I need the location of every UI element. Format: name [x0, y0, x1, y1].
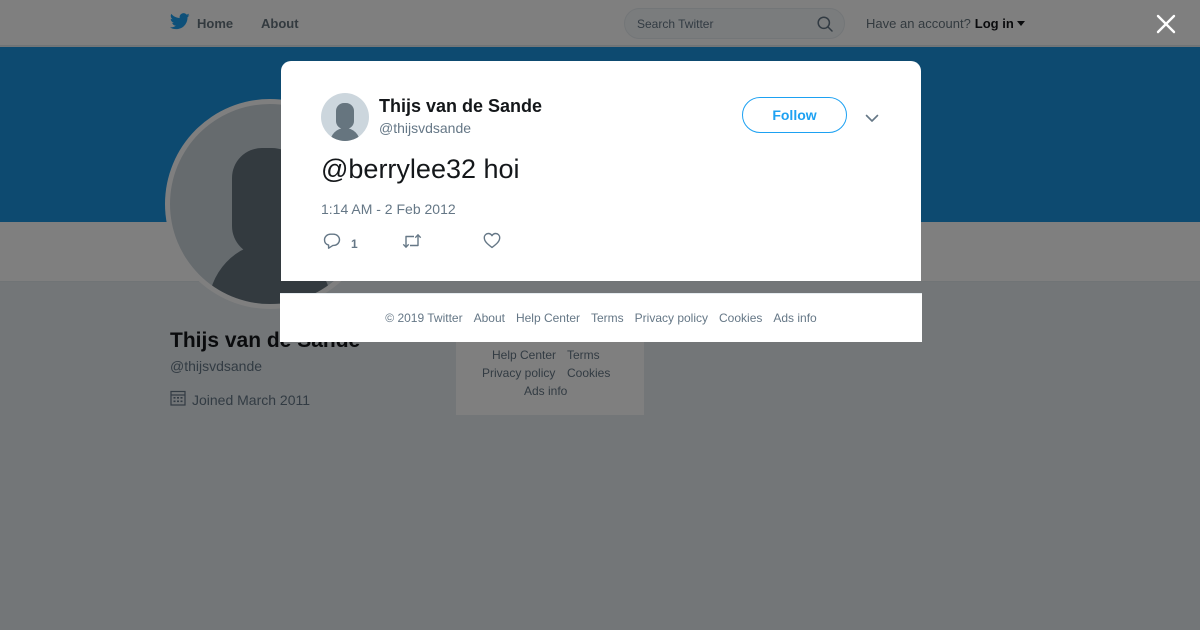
retweet-icon [402, 232, 422, 255]
footer-privacy-link[interactable]: Privacy policy [635, 311, 708, 325]
tweet-author-handle[interactable]: @thijsvdsande [379, 120, 471, 136]
default-avatar-icon [330, 103, 360, 141]
modal-footer: © 2019 Twitter About Help Center Terms P… [280, 293, 922, 342]
reply-button[interactable]: 1 [323, 232, 358, 255]
footer-copyright: © 2019 Twitter [385, 311, 463, 325]
follow-button[interactable]: Follow [742, 97, 847, 133]
chevron-down-icon[interactable] [865, 110, 879, 128]
footer-help-center-link[interactable]: Help Center [516, 311, 580, 325]
tweet-author-avatar[interactable] [321, 93, 369, 141]
retweet-button[interactable] [402, 232, 422, 255]
footer-cookies-link[interactable]: Cookies [719, 311, 762, 325]
close-icon[interactable] [1154, 12, 1178, 36]
heart-icon [483, 232, 501, 254]
tweet-text: @berrylee32 hoi [321, 154, 520, 184]
footer-about-link[interactable]: About [474, 311, 505, 325]
reply-count: 1 [351, 236, 358, 251]
footer-terms-link[interactable]: Terms [591, 311, 624, 325]
reply-icon [323, 232, 341, 255]
tweet-timestamp[interactable]: 1:14 AM - 2 Feb 2012 [321, 201, 456, 217]
tweet-modal: Thijs van de Sande @thijsvdsande Follow … [281, 61, 921, 281]
tweet-author-name[interactable]: Thijs van de Sande [379, 96, 542, 117]
like-button[interactable] [483, 232, 501, 254]
modal-footer-links: © 2019 Twitter About Help Center Terms P… [280, 311, 922, 325]
footer-ads-info-link[interactable]: Ads info [773, 311, 816, 325]
